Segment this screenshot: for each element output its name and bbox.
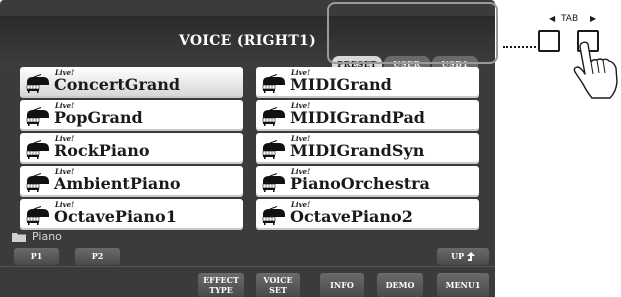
voice-name: PopGrand bbox=[54, 108, 143, 127]
voice-set-line1: VOICE bbox=[263, 275, 293, 285]
menu1-button[interactable]: MENU1 bbox=[437, 273, 489, 297]
voice-name: PianoOrchestra bbox=[290, 174, 430, 193]
folder-icon bbox=[12, 233, 26, 242]
grand-piano-icon bbox=[26, 107, 49, 126]
voice-name: AmbientPiano bbox=[54, 174, 181, 193]
voice-name: OctavePiano1 bbox=[54, 207, 177, 226]
voice-name: RockPiano bbox=[54, 141, 150, 160]
voice-name: MIDIGrand bbox=[290, 75, 392, 94]
page-button-p2[interactable]: P2 bbox=[75, 248, 120, 265]
demo-button[interactable]: DEMO bbox=[377, 273, 423, 297]
voice-set-line2: SET bbox=[269, 285, 287, 295]
folder-label: Piano bbox=[32, 230, 62, 243]
voice-button-rockpiano[interactable]: Live! RockPiano bbox=[20, 133, 243, 164]
grand-piano-icon bbox=[262, 140, 285, 159]
voice-button-midigrandpad[interactable]: Live! MIDIGrandPad bbox=[256, 100, 479, 131]
tab-right-arrow-icon: ▶ bbox=[590, 14, 597, 23]
effect-type-line2: TYPE bbox=[209, 285, 233, 295]
pointing-hand-icon bbox=[573, 41, 618, 99]
callout-dotted-line bbox=[503, 46, 536, 48]
up-button[interactable]: UP bbox=[437, 248, 489, 265]
voice-button-midigrand[interactable]: Live! MIDIGrand bbox=[256, 67, 479, 98]
voice-button-concertgrand[interactable]: Live! ConcertGrand bbox=[20, 67, 243, 98]
info-button[interactable]: INFO bbox=[320, 273, 364, 297]
grand-piano-icon bbox=[26, 74, 49, 93]
grand-piano-icon bbox=[262, 206, 285, 225]
voice-name: ConcertGrand bbox=[54, 75, 181, 94]
voice-set-button[interactable]: VOICE SET bbox=[256, 273, 300, 297]
page-button-p1[interactable]: P1 bbox=[14, 248, 59, 265]
voice-button-midigrandsyn[interactable]: Live! MIDIGrandSyn bbox=[256, 133, 479, 164]
voice-button-octavepiano1[interactable]: Live! OctavePiano1 bbox=[20, 199, 243, 230]
grand-piano-icon bbox=[26, 140, 49, 159]
tab-highlight-frame bbox=[327, 2, 498, 64]
voice-button-popgrand[interactable]: Live! PopGrand bbox=[20, 100, 243, 131]
voice-button-octavepiano2[interactable]: Live! OctavePiano2 bbox=[256, 199, 479, 230]
voice-button-ambientpiano[interactable]: Live! AmbientPiano bbox=[20, 166, 243, 197]
tab-left-button[interactable] bbox=[538, 30, 560, 52]
voice-name: OctavePiano2 bbox=[290, 207, 413, 226]
grand-piano-icon bbox=[262, 173, 285, 192]
tab-panel-label: TAB bbox=[561, 14, 579, 24]
grand-piano-icon bbox=[262, 107, 285, 126]
grand-piano-icon bbox=[262, 74, 285, 93]
grand-piano-icon bbox=[26, 173, 49, 192]
effect-type-button[interactable]: EFFECT TYPE bbox=[198, 273, 244, 297]
divider bbox=[0, 266, 495, 267]
up-label: UP bbox=[451, 251, 465, 261]
tab-left-arrow-icon: ◀ bbox=[549, 14, 556, 23]
voice-name: MIDIGrandSyn bbox=[290, 141, 425, 160]
voice-name: MIDIGrandPad bbox=[290, 108, 425, 127]
up-arrow-icon bbox=[466, 252, 475, 261]
effect-type-line1: EFFECT bbox=[203, 275, 239, 285]
grand-piano-icon bbox=[26, 206, 49, 225]
voice-button-pianoorchestra[interactable]: Live! PianoOrchestra bbox=[256, 166, 479, 197]
